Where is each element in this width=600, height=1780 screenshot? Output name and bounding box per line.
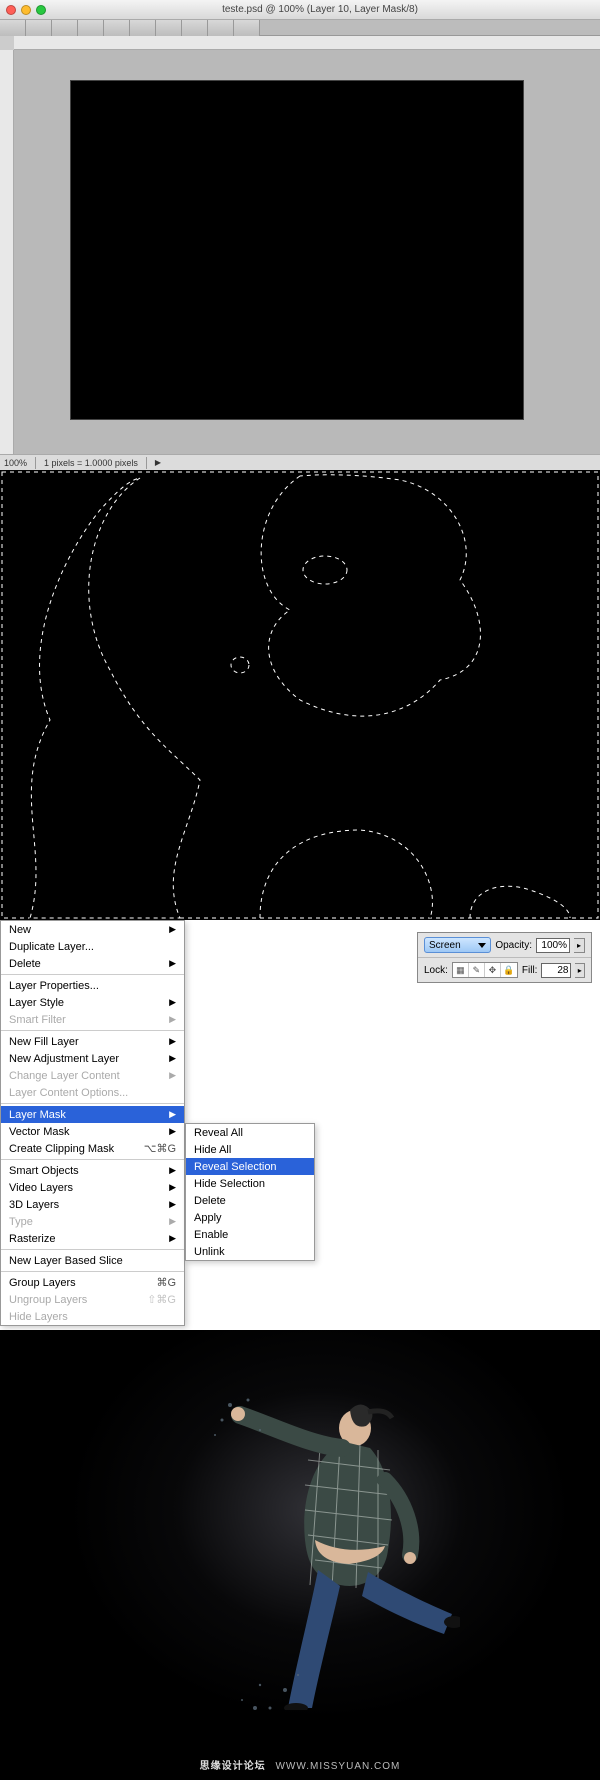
blend-mode-value: Screen <box>429 940 461 951</box>
chevron-right-icon: ▶ <box>169 958 176 969</box>
status-bar: 100% 1 pixels = 1.0000 pixels ▶ <box>0 454 600 470</box>
ruler-vertical <box>0 50 14 454</box>
chevron-right-icon: ▶ <box>169 1036 176 1047</box>
chevron-right-icon: ▶ <box>169 1233 176 1244</box>
fill-label: Fill: <box>522 965 538 976</box>
zoom-level[interactable]: 100% <box>4 458 27 468</box>
menu-item: Change Layer Content▶ <box>1 1067 184 1084</box>
chevron-down-icon <box>478 943 486 948</box>
option-slot[interactable] <box>104 20 130 36</box>
tool-preset[interactable] <box>0 20 26 36</box>
watermark: 思缘设计论坛 WWW.MISSYUAN.COM <box>200 1757 401 1772</box>
window-title: teste.psd @ 100% (Layer 10, Layer Mask/8… <box>46 4 594 15</box>
menu-item: Ungroup Layers⇧⌘G <box>1 1291 184 1308</box>
layer-context-menu[interactable]: New▶Duplicate Layer...Delete▶ Layer Prope… <box>0 920 185 1326</box>
fill-stepper[interactable]: ▸ <box>575 963 585 978</box>
canvas-with-selection[interactable] <box>0 470 600 920</box>
option-slot[interactable] <box>234 20 260 36</box>
option-slot[interactable] <box>156 20 182 36</box>
lock-transparency-icon[interactable]: ▦ <box>453 963 469 977</box>
scale-info: 1 pixels = 1.0000 pixels <box>44 458 138 468</box>
titlebar: teste.psd @ 100% (Layer 10, Layer Mask/8… <box>0 0 600 20</box>
photoshop-window: teste.psd @ 100% (Layer 10, Layer Mask/8… <box>0 0 600 470</box>
document-canvas[interactable] <box>70 80 524 420</box>
menu-item[interactable]: Smart Objects▶ <box>1 1162 184 1179</box>
close-icon[interactable] <box>6 5 16 15</box>
lock-position-icon[interactable]: ✥ <box>485 963 501 977</box>
submenu-item: Enable <box>186 1226 314 1243</box>
window-controls <box>6 5 46 15</box>
chevron-right-icon: ▶ <box>169 1216 176 1227</box>
opacity-input[interactable]: 100% <box>536 938 570 953</box>
submenu-item[interactable]: Hide All <box>186 1141 314 1158</box>
menu-item[interactable]: Layer Style▶ <box>1 994 184 1011</box>
menu-item[interactable]: Layer Mask▶ <box>1 1106 184 1123</box>
chevron-right-icon: ▶ <box>169 1014 176 1025</box>
menu-item[interactable]: Duplicate Layer... <box>1 938 184 955</box>
chevron-right-icon: ▶ <box>169 1199 176 1210</box>
menu-item[interactable]: Vector Mask▶ <box>1 1123 184 1140</box>
menu-item[interactable]: New Adjustment Layer▶ <box>1 1050 184 1067</box>
menu-item[interactable]: New Fill Layer▶ <box>1 1033 184 1050</box>
chevron-right-icon[interactable]: ▶ <box>155 458 161 467</box>
menu-item: Type▶ <box>1 1213 184 1230</box>
menu-item[interactable]: Video Layers▶ <box>1 1179 184 1196</box>
option-slot[interactable] <box>26 20 52 36</box>
option-slot[interactable] <box>182 20 208 36</box>
chevron-right-icon: ▶ <box>169 1182 176 1193</box>
opacity-label: Opacity: <box>495 940 532 951</box>
chevron-right-icon: ▶ <box>169 1070 176 1081</box>
chevron-right-icon: ▶ <box>169 1126 176 1137</box>
menu-item: Layer Content Options... <box>1 1084 184 1101</box>
lock-buttons: ▦ ✎ ✥ 🔒 <box>452 962 518 978</box>
menu-item[interactable]: Create Clipping Mask⌥⌘G <box>1 1140 184 1157</box>
submenu-item: Apply <box>186 1209 314 1226</box>
submenu-item[interactable]: Reveal Selection <box>186 1158 314 1175</box>
layer-mask-submenu[interactable]: Reveal AllHide AllReveal SelectionHide S… <box>185 1123 315 1261</box>
menu-and-panel-row: New▶Duplicate Layer...Delete▶Layer Prope… <box>0 920 600 1330</box>
canvas-workspace[interactable] <box>14 50 600 454</box>
menu-item[interactable]: New▶ <box>1 921 184 938</box>
lock-pixels-icon[interactable]: ✎ <box>469 963 485 977</box>
chevron-right-icon: ▶ <box>169 1109 176 1120</box>
menu-item[interactable]: Group Layers⌘G <box>1 1274 184 1291</box>
blend-mode-select[interactable]: Screen <box>424 937 491 953</box>
options-bar <box>0 20 600 36</box>
submenu-item: Unlink <box>186 1243 314 1260</box>
menu-item[interactable]: Delete▶ <box>1 955 184 972</box>
chevron-right-icon: ▶ <box>169 997 176 1008</box>
zoom-icon[interactable] <box>36 5 46 15</box>
chevron-right-icon: ▶ <box>169 1053 176 1064</box>
person-figure <box>200 1390 460 1710</box>
option-slot[interactable] <box>52 20 78 36</box>
lock-all-icon[interactable]: 🔒 <box>501 963 517 977</box>
submenu-item[interactable]: Reveal All <box>186 1124 314 1141</box>
watermark-url: WWW.MISSYUAN.COM <box>275 1761 400 1772</box>
option-slot[interactable] <box>130 20 156 36</box>
menu-item[interactable]: Rasterize▶ <box>1 1230 184 1247</box>
option-slot[interactable] <box>208 20 234 36</box>
option-slot[interactable] <box>78 20 104 36</box>
layers-panel: Screen Opacity: 100% ▸ Lock: ▦ ✎ ✥ 🔒 Fil… <box>417 932 592 983</box>
menu-item: Smart Filter▶ <box>1 1011 184 1028</box>
ruler-horizontal <box>14 36 600 50</box>
menu-item[interactable]: New Layer Based Slice <box>1 1252 184 1269</box>
lock-label: Lock: <box>424 965 448 976</box>
result-preview: 思缘设计论坛 WWW.MISSYUAN.COM <box>0 1330 600 1780</box>
opacity-stepper[interactable]: ▸ <box>574 938 585 953</box>
submenu-item: Delete <box>186 1192 314 1209</box>
menu-item: Hide Layers <box>1 1308 184 1325</box>
minimize-icon[interactable] <box>21 5 31 15</box>
watermark-zh: 思缘设计论坛 <box>200 1761 266 1772</box>
fill-input[interactable]: 28 <box>541 963 571 978</box>
menu-item[interactable]: 3D Layers▶ <box>1 1196 184 1213</box>
chevron-right-icon: ▶ <box>169 1165 176 1176</box>
chevron-right-icon: ▶ <box>169 924 176 935</box>
menu-item[interactable]: Layer Properties... <box>1 977 184 994</box>
submenu-item[interactable]: Hide Selection <box>186 1175 314 1192</box>
